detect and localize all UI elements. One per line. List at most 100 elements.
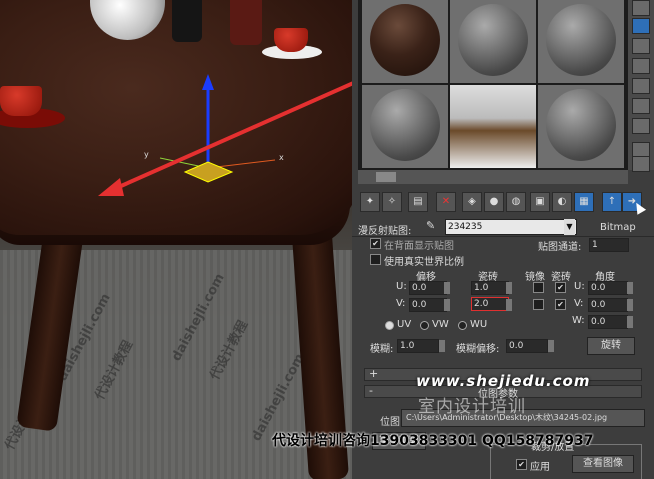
uv-radio[interactable]	[385, 321, 394, 330]
u-tiling-field[interactable]: 1.0	[471, 281, 509, 295]
v-tiling-spinner[interactable]	[506, 299, 512, 311]
rollout-minus-icon[interactable]: -	[369, 384, 373, 397]
sample-type-icon[interactable]	[632, 0, 650, 16]
rollout-plus-icon[interactable]: +	[369, 367, 378, 380]
mirror-column-header: 镜像	[525, 272, 545, 283]
options-icon[interactable]	[632, 118, 650, 134]
map-type-label[interactable]: Bitmap	[600, 222, 636, 233]
show-map-back-checkbox[interactable]: ✔	[370, 238, 381, 249]
w-angle-label: W:	[572, 315, 585, 326]
v-angle-label: V:	[574, 298, 584, 309]
apply-label: 应用	[530, 462, 550, 473]
view-image-button[interactable]: 查看图像	[572, 455, 634, 473]
contact-caption: 代设计培训咨询13903833301 QQ158787937	[272, 433, 594, 449]
v-label: V:	[396, 298, 406, 309]
slots-scrollbar[interactable]	[358, 170, 628, 184]
u-mirror-checkbox[interactable]	[533, 282, 544, 293]
gizmo-x-label: x	[279, 153, 284, 162]
apply-checkbox[interactable]: ✔	[516, 459, 527, 470]
put-to-scene-icon[interactable]: ✧	[382, 192, 402, 212]
blur-label: 模糊:	[370, 344, 394, 355]
v-angle-field[interactable]: 0.0	[588, 298, 628, 312]
assign-material-icon[interactable]: ▤	[408, 192, 428, 212]
red-cup-object[interactable]	[0, 86, 42, 116]
u-offset-spinner[interactable]	[444, 282, 450, 294]
wu-radio-label: WU	[470, 319, 488, 330]
vw-radio-label: VW	[432, 319, 449, 330]
wu-radio[interactable]	[458, 321, 467, 330]
u-angle-spinner[interactable]	[627, 282, 633, 294]
u-offset-field[interactable]: 0.0	[409, 281, 447, 295]
go-to-parent-icon[interactable]: ↑	[602, 192, 622, 212]
real-world-scale-checkbox[interactable]	[370, 254, 381, 265]
uv-radio-label: UV	[397, 319, 412, 330]
put-to-library-icon[interactable]: ◍	[506, 192, 526, 212]
interior-preview	[450, 85, 536, 168]
material-slot-1[interactable]	[362, 0, 448, 83]
reset-map-icon[interactable]: ✕	[436, 192, 456, 212]
rotate-button[interactable]: 旋转	[587, 337, 635, 355]
bitmap-path-label: 位图:	[380, 417, 404, 428]
background-icon[interactable]	[632, 38, 650, 54]
u-tiling-spinner[interactable]	[506, 282, 512, 294]
tile-column-header: 瓷砖	[551, 272, 571, 283]
u-angle-field[interactable]: 0.0	[588, 281, 628, 295]
v-angle-spinner[interactable]	[627, 299, 633, 311]
gray-sphere-preview	[546, 89, 616, 161]
blur-offset-spinner[interactable]	[548, 340, 554, 352]
brown-cup-object[interactable]	[230, 0, 262, 45]
material-slot-5[interactable]	[450, 85, 536, 168]
gizmo-y-label: y	[144, 150, 149, 159]
blur-spinner[interactable]	[439, 340, 445, 352]
gray-sphere-preview	[458, 4, 528, 76]
black-cup-object[interactable]	[172, 0, 202, 42]
v-offset-field[interactable]: 0.0	[409, 298, 447, 312]
red-cup-object[interactable]	[274, 28, 308, 52]
eyedropper-icon[interactable]: ✎	[426, 219, 436, 232]
wood-sphere-preview	[370, 4, 440, 76]
material-slot-6[interactable]	[538, 85, 624, 168]
material-toolbar: ✦ ✧ ▤ ✕ ◈ ● ◍ ▣ ◐ ▦ ↑ ➜	[358, 190, 654, 215]
map-name-dropdown-icon[interactable]: ▼	[564, 219, 575, 235]
u-angle-label: U:	[574, 281, 585, 292]
w-angle-field[interactable]: 0.0	[588, 315, 628, 329]
site-url-overlay: www.shejiedu.com	[416, 372, 591, 390]
u-tile-checkbox[interactable]: ✔	[555, 282, 566, 293]
show-map-back-label: 在背面显示贴图	[384, 241, 454, 252]
material-id-icon[interactable]: ▣	[530, 192, 550, 212]
material-sidebar	[628, 0, 654, 172]
real-world-scale-label: 使用真实世界比例	[384, 257, 464, 268]
material-slot-4[interactable]	[362, 85, 448, 168]
transform-gizmo[interactable]	[140, 60, 300, 190]
blur-field[interactable]: 1.0	[397, 339, 439, 353]
map-name-value: 234235	[448, 222, 483, 232]
make-unique-icon[interactable]: ●	[484, 192, 504, 212]
w-angle-spinner[interactable]	[627, 316, 633, 328]
blur-offset-label: 模糊偏移:	[456, 344, 500, 355]
u-label: U:	[396, 281, 407, 292]
v-mirror-checkbox[interactable]	[533, 299, 544, 310]
get-material-icon[interactable]: ✦	[360, 192, 380, 212]
video-color-icon[interactable]	[632, 78, 650, 94]
v-tiling-field[interactable]: 2.0	[471, 297, 509, 311]
site-cn-overlay: 室内设计培训	[418, 397, 526, 417]
material-slots	[358, 0, 628, 170]
uv-tiling-icon[interactable]	[632, 58, 650, 74]
map-channel-field[interactable]: 1	[589, 238, 629, 252]
material-slot-2[interactable]	[450, 0, 536, 83]
show-end-result-icon[interactable]: ▦	[574, 192, 594, 212]
v-offset-spinner[interactable]	[444, 299, 450, 311]
show-map-icon[interactable]: ◐	[552, 192, 572, 212]
blur-offset-field[interactable]: 0.0	[506, 339, 548, 353]
preview-icon[interactable]	[632, 98, 650, 114]
map-name-field[interactable]: 234235	[445, 219, 577, 235]
3d-viewport[interactable]: daishejli.com 代设计教程 daishejli.com 代设计教程 …	[0, 0, 352, 479]
v-tile-checkbox[interactable]: ✔	[555, 299, 566, 310]
scroll-down-icon[interactable]	[632, 156, 650, 172]
vw-radio[interactable]	[420, 321, 429, 330]
scroll-thumb[interactable]	[376, 172, 396, 182]
copy-material-icon[interactable]: ◈	[462, 192, 482, 212]
diffuse-map-label: 漫反射贴图:	[358, 226, 412, 237]
material-slot-3[interactable]	[538, 0, 624, 83]
backlight-icon[interactable]	[632, 18, 650, 34]
